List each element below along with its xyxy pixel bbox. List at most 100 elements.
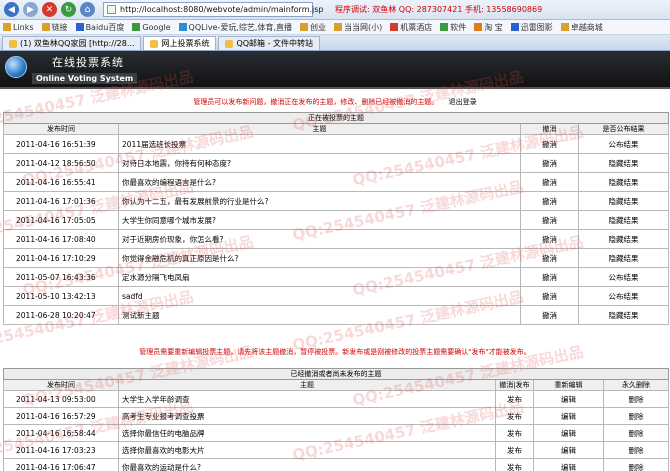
browser-tab[interactable]: QQ邮箱 - 文件中转站	[218, 36, 320, 50]
forward-icon[interactable]: ▶	[23, 2, 38, 17]
bookmark-item[interactable]: Baidu百度	[76, 22, 125, 33]
bookmark-icon	[179, 23, 187, 31]
table-row: 2011-04-16 17:08:40对于近期房价现象，你怎么看?撤消隐藏结果	[4, 230, 669, 249]
address-bar[interactable]: http://localhost:8080/webvote/admin/main…	[103, 2, 313, 17]
publish-link[interactable]: 发布	[496, 408, 534, 425]
publish-link[interactable]: 发布	[496, 459, 534, 471]
cancel-link[interactable]: 撤消	[521, 287, 579, 306]
delete-link[interactable]: 删除	[604, 425, 669, 442]
edit-link[interactable]: 编辑	[534, 425, 604, 442]
bookmark-label: Baidu百度	[86, 22, 125, 33]
cell-topic: 定水源分隔飞电凤扇	[119, 268, 521, 287]
bookmark-item[interactable]: Google	[132, 23, 170, 32]
bookmark-item[interactable]: QQLive-爱玩,综艺,体育,直播	[179, 22, 292, 33]
edit-link[interactable]: 编辑	[534, 459, 604, 471]
bookmark-item[interactable]: 机票酒店	[390, 22, 432, 33]
bookmark-item[interactable]: 创业	[300, 22, 326, 33]
cell-time: 2011-04-16 16:55:41	[4, 173, 119, 192]
result-toggle-link[interactable]: 隐藏结果	[579, 306, 669, 325]
table-row: 2011-04-16 17:01:36你认为十二五，最有发展前景的行业是什么?撤…	[4, 192, 669, 211]
cancel-link[interactable]: 撤消	[521, 230, 579, 249]
cell-topic: 2011届选班长投票	[119, 135, 521, 154]
bookmark-item[interactable]: 淘 宝	[474, 22, 503, 33]
cell-time: 2011-05-07 16:43:36	[4, 268, 119, 287]
bookmark-item[interactable]: 迅雷图影	[511, 22, 553, 33]
table-row: 2011-04-16 16:57:29高考生专业报考调查投票发布编辑删除	[4, 408, 669, 425]
bookmark-label: 创业	[310, 22, 326, 33]
home-icon[interactable]: ⌂	[80, 2, 95, 17]
publish-link[interactable]: 发布	[496, 442, 534, 459]
browser-tab[interactable]: (1) 双鱼林QQ家园 [http://28...	[2, 36, 141, 50]
cell-time: 2011-04-16 17:01:36	[4, 192, 119, 211]
header-topic: 主题	[119, 380, 496, 391]
result-toggle-link[interactable]: 隐藏结果	[579, 173, 669, 192]
tab-favicon-icon	[150, 40, 158, 48]
cell-time: 2011-04-12 18:56:50	[4, 154, 119, 173]
cancel-link[interactable]: 撤消	[521, 173, 579, 192]
logout-link[interactable]: 退出登录	[449, 98, 477, 106]
table-row: 2011-04-16 16:55:41你最喜欢的编程语言是什么?撤消隐藏结果	[4, 173, 669, 192]
bookmark-item[interactable]: 当当网(小)	[334, 22, 382, 33]
result-toggle-link[interactable]: 隐藏结果	[579, 154, 669, 173]
cell-time: 2011-04-16 17:10:29	[4, 249, 119, 268]
bookmark-label: Links	[13, 23, 34, 32]
result-toggle-link[interactable]: 隐藏结果	[579, 211, 669, 230]
browser-tab[interactable]: 网上投票系统	[143, 36, 216, 50]
table-row: 2011-04-16 17:06:47你最喜欢的运动是什么?发布编辑删除	[4, 459, 669, 471]
bookmark-label: 卓越商城	[571, 22, 603, 33]
bookmark-icon	[390, 23, 398, 31]
publish-link[interactable]: 发布	[496, 391, 534, 408]
bookmark-item[interactable]: 卓越商城	[561, 22, 603, 33]
tab-label: 网上投票系统	[161, 38, 209, 50]
result-toggle-link[interactable]: 隐藏结果	[579, 230, 669, 249]
cell-time: 2011-06-28 10:20:47	[4, 306, 119, 325]
cancel-link[interactable]: 撤消	[521, 135, 579, 154]
site-title-cn: 在线投票系统	[52, 54, 124, 70]
bookmark-item[interactable]: 软件	[440, 22, 466, 33]
bookmarks-bar: Links 链接 Baidu百度 Google QQLive-爱玩,综艺,体育,直播 创业…	[0, 20, 670, 35]
cancel-link[interactable]: 撤消	[521, 268, 579, 287]
cancel-link[interactable]: 撤消	[521, 211, 579, 230]
table-caption: 已经撤消或者尚未发布的主题	[4, 369, 669, 380]
cancel-link[interactable]: 撤消	[521, 154, 579, 173]
result-toggle-link[interactable]: 公布结果	[579, 268, 669, 287]
bookmark-icon	[511, 23, 519, 31]
header-cancel: 撤消	[521, 124, 579, 135]
delete-link[interactable]: 删除	[604, 442, 669, 459]
cell-topic: 测试新主题	[119, 306, 521, 325]
cell-topic: 大学生入学年龄调查	[119, 391, 496, 408]
bookmark-label: 机票酒店	[400, 22, 432, 33]
tab-label: QQ邮箱 - 文件中转站	[236, 38, 313, 50]
edit-link[interactable]: 编辑	[534, 442, 604, 459]
header-edit: 重新编辑	[534, 380, 604, 391]
bookmark-label: 迅雷图影	[521, 22, 553, 33]
cancel-link[interactable]: 撤消	[521, 249, 579, 268]
bookmark-label: 淘 宝	[484, 22, 503, 33]
table-row: 2011-04-16 16:51:392011届选班长投票撤消公布结果	[4, 135, 669, 154]
delete-link[interactable]: 删除	[604, 391, 669, 408]
cancel-link[interactable]: 撤消	[521, 192, 579, 211]
bookmark-item[interactable]: Links	[3, 23, 34, 32]
cancel-link[interactable]: 撤消	[521, 306, 579, 325]
publish-link[interactable]: 发布	[496, 425, 534, 442]
result-toggle-link[interactable]: 隐藏结果	[579, 192, 669, 211]
result-toggle-link[interactable]: 公布结果	[579, 135, 669, 154]
refresh-icon[interactable]: ↻	[61, 2, 76, 17]
cell-topic: sadfd	[119, 287, 521, 306]
cell-time: 2011-04-16 16:57:29	[4, 408, 119, 425]
edit-link[interactable]: 编辑	[534, 408, 604, 425]
bookmark-icon	[3, 23, 11, 31]
table-row: 2011-05-07 16:43:36定水源分隔飞电凤扇撤消公布结果	[4, 268, 669, 287]
address-url: http://localhost:8080/webvote/admin/main…	[120, 5, 324, 14]
stop-icon[interactable]: ✕	[42, 2, 57, 17]
cell-time: 2011-04-16 16:58:44	[4, 425, 119, 442]
result-toggle-link[interactable]: 公布结果	[579, 287, 669, 306]
result-toggle-link[interactable]: 隐藏结果	[579, 249, 669, 268]
cell-time: 2011-04-16 17:03:23	[4, 442, 119, 459]
back-icon[interactable]: ◀	[4, 2, 19, 17]
delete-link[interactable]: 删除	[604, 459, 669, 471]
table-caption: 正在被投票的主题	[4, 113, 669, 124]
bookmark-item[interactable]: 链接	[42, 22, 68, 33]
delete-link[interactable]: 删除	[604, 408, 669, 425]
edit-link[interactable]: 编辑	[534, 391, 604, 408]
